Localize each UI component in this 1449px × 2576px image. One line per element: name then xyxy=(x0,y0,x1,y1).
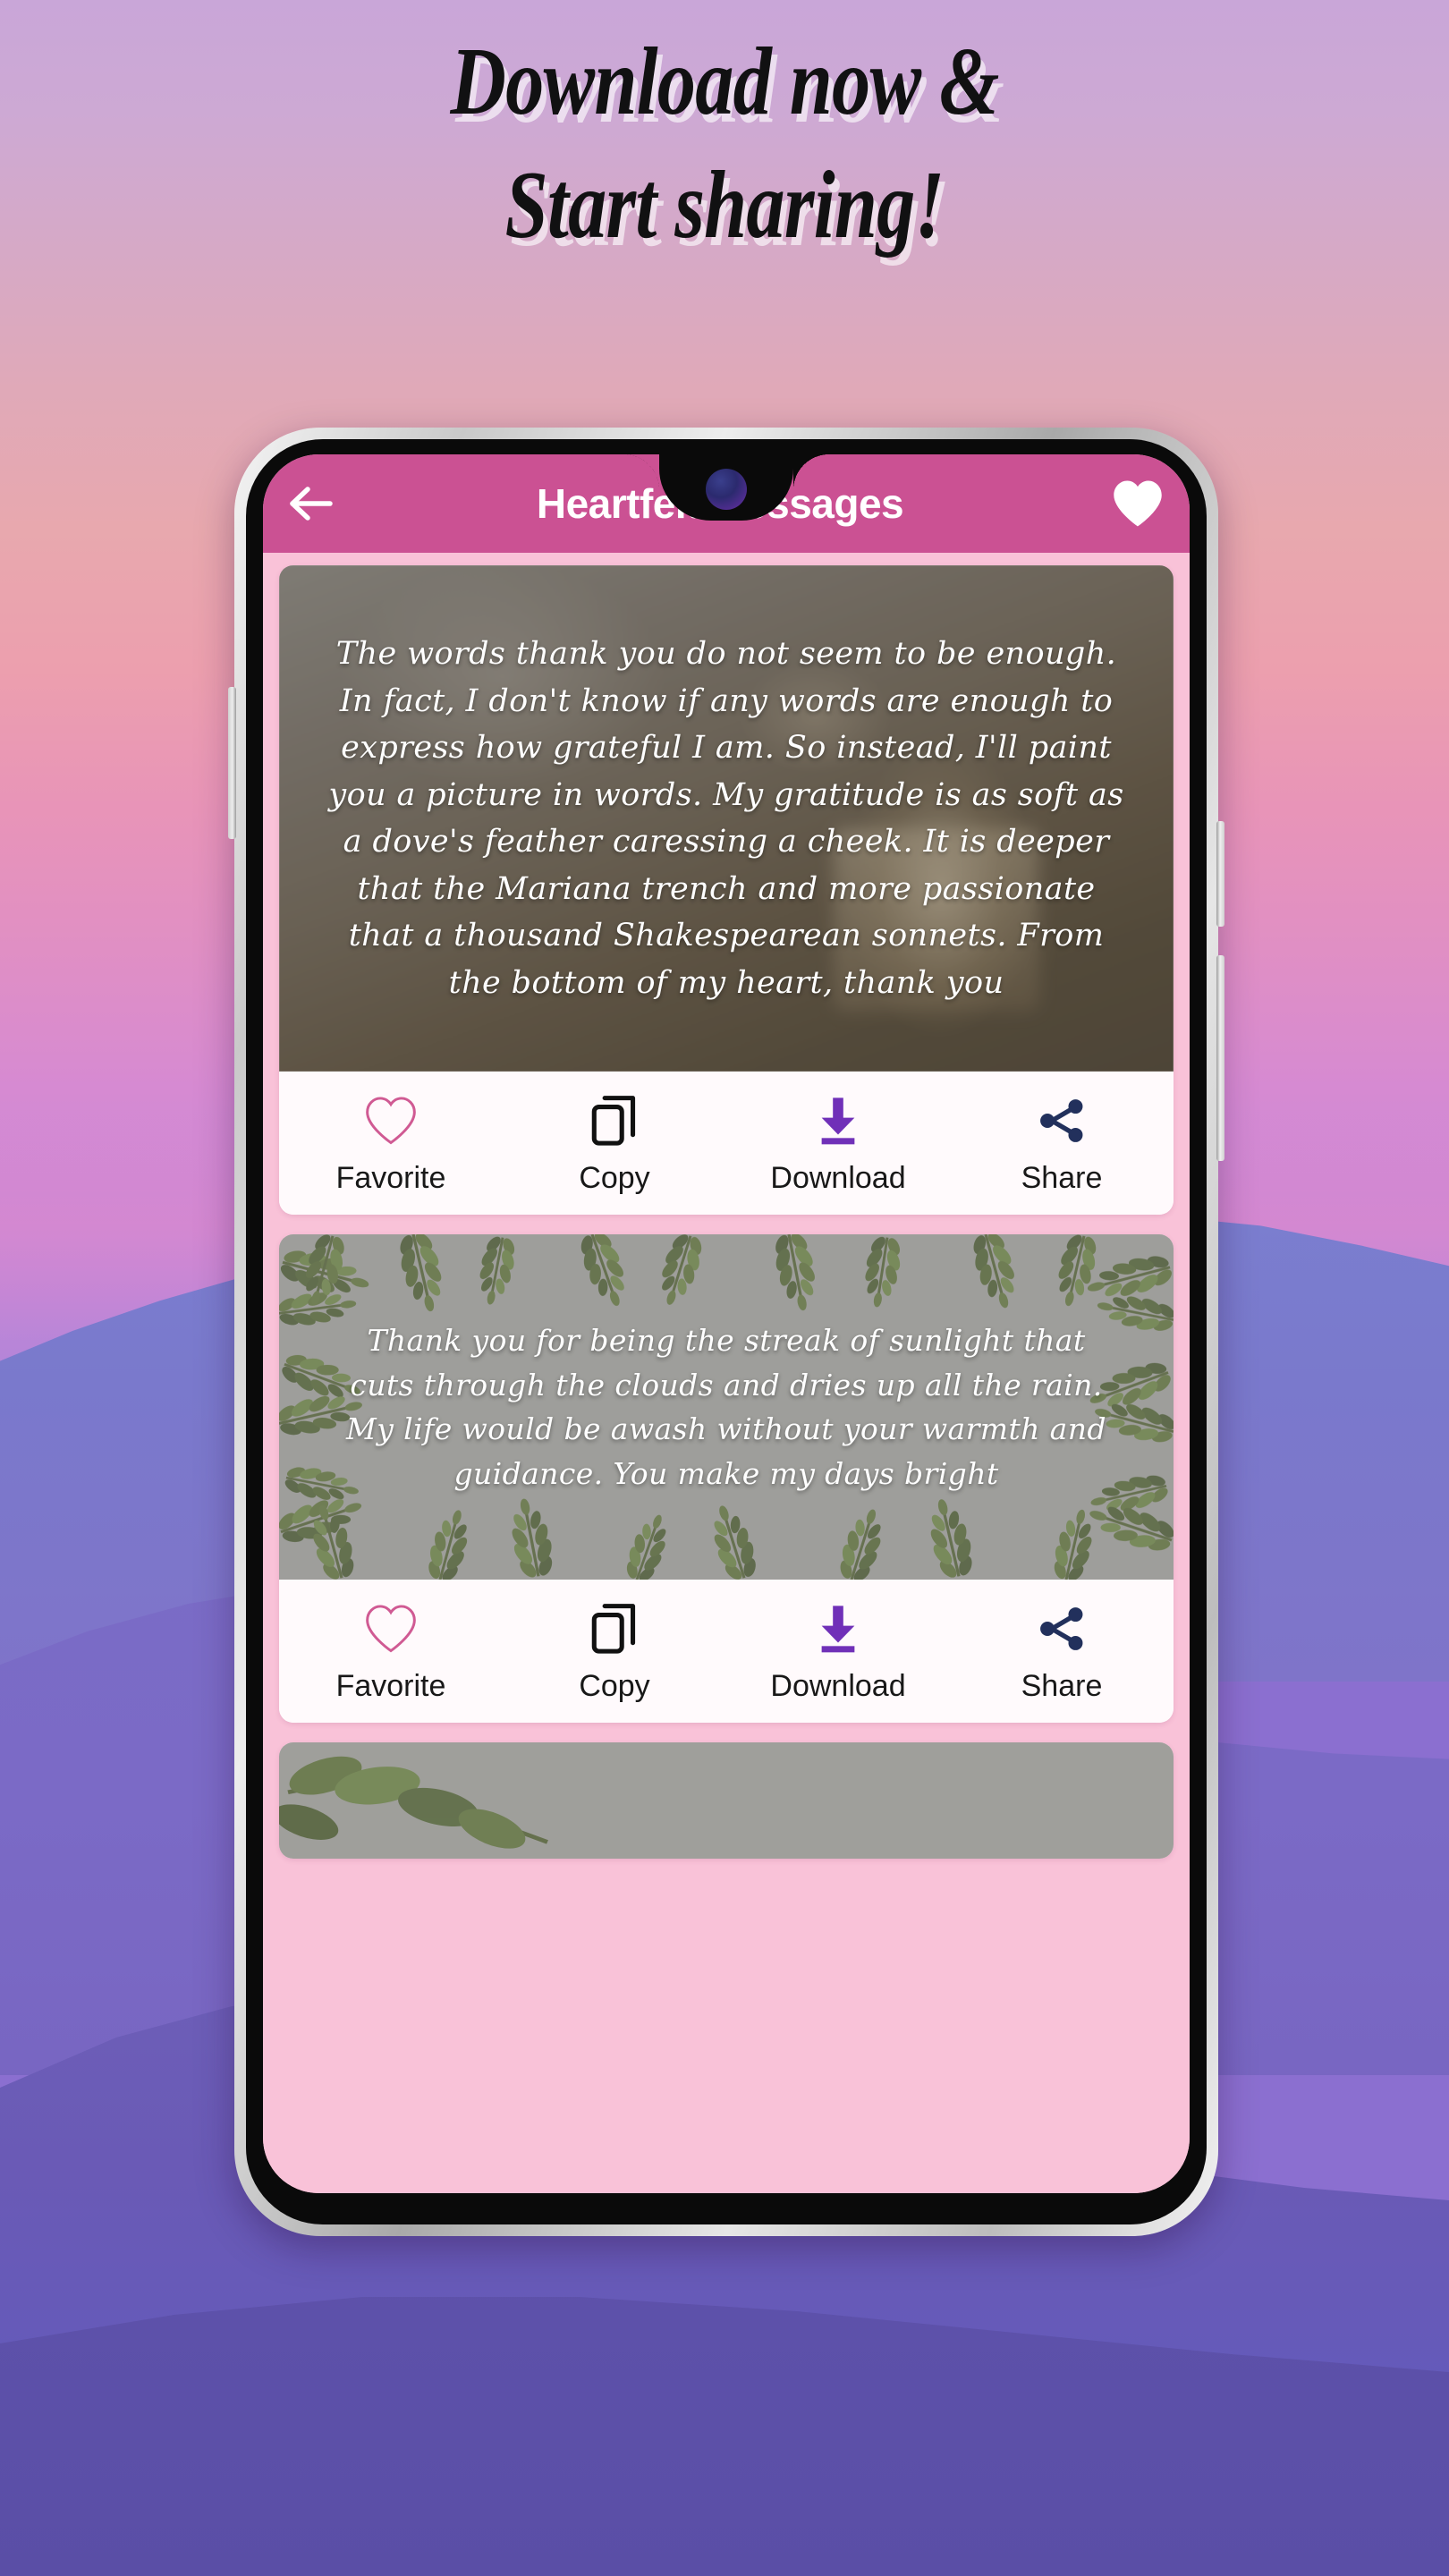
download-icon xyxy=(811,1599,865,1655)
copy-label: Copy xyxy=(579,1668,650,1703)
download-button[interactable]: Download xyxy=(726,1091,950,1196)
headline-line-2: Start sharing! xyxy=(504,152,945,258)
share-button[interactable]: Share xyxy=(950,1599,1174,1704)
message-image[interactable]: The words thank you do not seem to be en… xyxy=(279,565,1174,1072)
copy-icon xyxy=(590,1599,639,1655)
share-label: Share xyxy=(1021,1160,1103,1195)
appbar-favorite-button[interactable] xyxy=(1109,475,1166,532)
share-icon xyxy=(1035,1091,1089,1147)
message-image[interactable]: Thank you for being the streak of sunlig… xyxy=(279,1234,1174,1580)
download-button[interactable]: Download xyxy=(726,1599,950,1704)
app-bar-title: Heartfelt Messages xyxy=(536,480,904,527)
headline-line-1: Download now & xyxy=(450,29,1000,135)
copy-button[interactable]: Copy xyxy=(503,1091,726,1196)
promo-headline: Download now & Start sharing! xyxy=(0,34,1449,254)
copy-label: Copy xyxy=(579,1160,650,1195)
message-card[interactable]: Thank you for being the streak of sunlig… xyxy=(279,1234,1174,1723)
copy-button[interactable]: Copy xyxy=(503,1599,726,1704)
phone-mockup: Heartfelt Messages The words thank you d… xyxy=(228,428,1224,2236)
message-list[interactable]: The words thank you do not seem to be en… xyxy=(263,553,1190,2193)
message-card[interactable]: The words thank you do not seem to be en… xyxy=(279,565,1174,1215)
heart-outline-icon xyxy=(363,1599,419,1655)
card-action-bar: Favorite Copy Download Share xyxy=(279,1580,1174,1723)
share-icon xyxy=(1035,1599,1089,1655)
phone-power-button[interactable] xyxy=(1216,955,1224,1161)
message-card[interactable] xyxy=(279,1742,1174,1859)
arrow-left-icon xyxy=(290,487,333,521)
download-label: Download xyxy=(770,1668,906,1703)
heart-outline-icon xyxy=(363,1091,419,1147)
phone-screen: Heartfelt Messages The words thank you d… xyxy=(263,454,1190,2193)
back-button[interactable] xyxy=(286,479,336,529)
phone-left-button[interactable] xyxy=(228,687,236,839)
app-bar: Heartfelt Messages xyxy=(263,454,1190,553)
share-label: Share xyxy=(1021,1668,1103,1703)
card-action-bar: Favorite Copy Download Share xyxy=(279,1072,1174,1215)
favorite-button[interactable]: Favorite xyxy=(279,1091,503,1196)
favorite-button[interactable]: Favorite xyxy=(279,1599,503,1704)
message-image[interactable] xyxy=(279,1742,1174,1859)
share-button[interactable]: Share xyxy=(950,1091,1174,1196)
message-text: The words thank you do not seem to be en… xyxy=(328,636,1124,1001)
download-icon xyxy=(811,1091,865,1147)
heart-filled-icon xyxy=(1114,480,1162,527)
phone-volume-button[interactable] xyxy=(1216,821,1224,927)
copy-icon xyxy=(590,1091,639,1147)
image-overlay xyxy=(279,1742,1174,1859)
favorite-label: Favorite xyxy=(335,1668,446,1703)
message-text: Thank you for being the streak of sunlig… xyxy=(346,1323,1106,1491)
download-label: Download xyxy=(770,1160,906,1195)
favorite-label: Favorite xyxy=(335,1160,446,1195)
